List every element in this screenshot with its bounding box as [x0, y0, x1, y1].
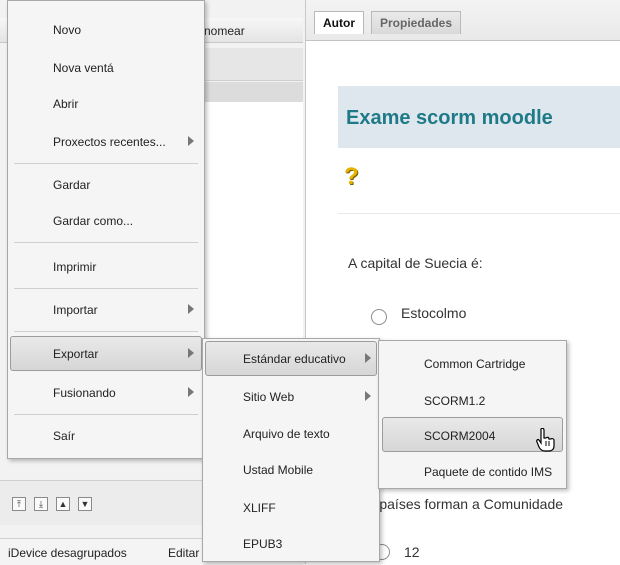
rename-label[interactable]: nomear — [204, 24, 245, 38]
file-menu: Novo Nova ventá Abrir Proxectos recentes… — [7, 0, 205, 459]
question-text-2: ntos países forman a Comunidade — [349, 496, 564, 512]
menu-item-quit[interactable]: Saír — [53, 429, 75, 443]
menu-item-xliff[interactable]: XLIFF — [243, 501, 276, 515]
tab-properties[interactable]: Propiedades — [371, 11, 462, 34]
menu-item-website[interactable]: Sitio Web — [243, 390, 294, 404]
menu-separator — [14, 242, 198, 243]
hand-cursor-icon — [536, 428, 555, 452]
submenu-arrow-icon — [188, 348, 194, 358]
submenu-arrow-icon — [188, 136, 194, 146]
menu-separator — [14, 163, 198, 164]
menu-item-ims-package[interactable]: Paquete de contido IMS — [424, 465, 552, 479]
menu-item-common-cartridge[interactable]: Common Cartridge — [424, 357, 525, 371]
demote-icon[interactable]: ⤓ — [34, 497, 48, 511]
outline-node-selected[interactable] — [205, 82, 303, 102]
submenu-arrow-icon — [188, 304, 194, 314]
idevices-tab[interactable]: iDevice desagrupados — [8, 546, 127, 560]
page-title-band: Exame scorm moodle — [338, 86, 620, 148]
option-radio[interactable] — [371, 309, 387, 325]
menu-item-new-window[interactable]: Nova ventá — [53, 61, 114, 75]
menu-item-recent-projects[interactable]: Proxectos recentes... — [53, 135, 166, 149]
move-down-icon[interactable]: ▼ — [78, 497, 92, 511]
submenu-arrow-icon — [365, 391, 371, 401]
menu-separator — [14, 288, 198, 289]
menu-item-text-file[interactable]: Arquivo de texto — [243, 427, 330, 441]
menu-item-ustad-mobile[interactable]: Ustad Mobile — [243, 463, 313, 477]
question-icon: ? — [344, 163, 359, 190]
tab-author[interactable]: Autor — [314, 11, 364, 34]
menu-separator — [14, 331, 198, 332]
menu-separator — [14, 414, 198, 415]
menu-item-print[interactable]: Imprimir — [53, 260, 96, 274]
menu-item-save[interactable]: Gardar — [53, 178, 90, 192]
menu-item-export[interactable]: Exportar — [53, 347, 98, 361]
edit-tab[interactable]: Editar — [168, 546, 199, 560]
submenu-arrow-icon — [365, 353, 371, 363]
outline-node[interactable] — [205, 48, 303, 81]
menu-item-import[interactable]: Importar — [53, 303, 98, 317]
menu-item-save-as[interactable]: Gardar como... — [53, 214, 133, 228]
promote-icon[interactable]: ⤒ — [12, 497, 26, 511]
menu-item-open[interactable]: Abrir — [53, 97, 78, 111]
menu-item-scorm12[interactable]: SCORM1.2 — [424, 394, 485, 408]
option-label-2: 12 — [404, 544, 420, 560]
option-label: Estocolmo — [401, 305, 467, 321]
menu-item-educational-standard[interactable]: Estándar educativo — [243, 352, 346, 366]
submenu-arrow-icon — [188, 387, 194, 397]
menu-item-epub3[interactable]: EPUB3 — [243, 537, 282, 551]
page-title: Exame scorm moodle — [346, 107, 553, 129]
export-submenu: Estándar educativo Sitio Web Arquivo de … — [202, 338, 380, 562]
menu-highlight — [10, 336, 202, 371]
question-text: A capital de Suecia é: — [348, 255, 483, 271]
move-up-icon[interactable]: ▲ — [56, 497, 70, 511]
menu-item-new[interactable]: Novo — [53, 23, 81, 37]
menu-item-merge[interactable]: Fusionando — [53, 386, 116, 400]
divider — [338, 213, 620, 214]
educational-standard-submenu: Common Cartridge SCORM1.2 SCORM2004 Paqu… — [378, 340, 567, 489]
menu-item-scorm2004[interactable]: SCORM2004 — [424, 429, 495, 443]
